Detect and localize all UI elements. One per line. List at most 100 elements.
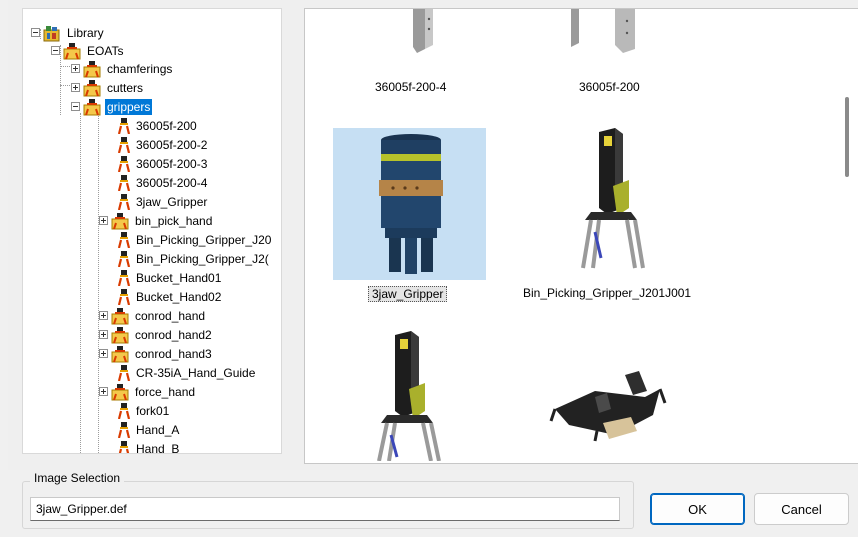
gripper-icon xyxy=(117,402,131,419)
tree-label: Hand_A xyxy=(136,422,180,437)
expand-icon[interactable] xyxy=(71,64,80,73)
gallery-caption: 36005f-200-4 xyxy=(375,80,447,94)
expand-icon[interactable] xyxy=(99,387,108,396)
tree-label: EOATs xyxy=(87,43,124,58)
gripper-icon xyxy=(117,269,131,286)
bin-picking-gripper-icon xyxy=(377,331,441,462)
gripper-icon xyxy=(117,136,131,153)
tree-label: Library xyxy=(67,25,104,40)
collapse-icon[interactable] xyxy=(71,102,80,111)
tree-label: chamferings xyxy=(107,61,173,76)
tree-item-bin-picking-gripper-1[interactable]: Bin_Picking_Gripper_J20 xyxy=(117,230,273,249)
tree-label: 3jaw_Gripper xyxy=(136,194,208,209)
tree-label: Bin_Picking_Gripper_J20 xyxy=(136,232,272,247)
expand-icon[interactable] xyxy=(99,349,108,358)
gallery-item-bin-picking-gripper-2[interactable] xyxy=(333,331,486,462)
tree-item-36005f-200[interactable]: 36005f-200 xyxy=(117,116,199,135)
gripper-icon xyxy=(117,421,131,438)
tree-label: fork01 xyxy=(136,403,170,418)
tree-item-fork01[interactable]: fork01 xyxy=(117,401,171,420)
gallery-vertical-scrollbar[interactable] xyxy=(845,97,849,177)
gripper-folder-icon xyxy=(111,307,129,324)
gripper-icon xyxy=(117,288,131,305)
tree-item-36005f-200-3[interactable]: 36005f-200-3 xyxy=(117,154,209,173)
tree-label: Bin_Picking_Gripper_J2( xyxy=(136,251,269,266)
expand-icon[interactable] xyxy=(99,311,108,320)
tree-item-library[interactable]: Library xyxy=(31,23,106,42)
gripper-folder-icon xyxy=(83,79,101,96)
gripper-folder-icon xyxy=(83,98,101,115)
gripper-icon xyxy=(117,155,131,172)
tree-label: conrod_hand xyxy=(135,308,206,323)
gripper-folder-icon xyxy=(63,42,81,59)
collapse-icon[interactable] xyxy=(31,28,40,37)
gallery-item-36005f-200[interactable]: 36005f-200 xyxy=(535,9,690,94)
tree-label: conrod_hand3 xyxy=(135,346,212,361)
expand-icon[interactable] xyxy=(99,330,108,339)
tree-label: cutters xyxy=(107,80,144,95)
tree-item-bucket-hand02[interactable]: Bucket_Hand02 xyxy=(117,287,223,306)
tree-item-eoats[interactable]: EOATs xyxy=(51,41,125,60)
tree-item-bin-picking-gripper-2[interactable]: Bin_Picking_Gripper_J2( xyxy=(117,249,271,268)
tree-label: grippers xyxy=(105,98,153,115)
image-filename-field[interactable] xyxy=(30,497,620,521)
gallery-item-3jaw-gripper[interactable]: 3jaw_Gripper xyxy=(333,128,486,304)
gripper-plate-icon xyxy=(571,9,635,53)
gripper-plate-icon xyxy=(413,9,433,53)
gripper-folder-icon xyxy=(111,383,129,400)
tree-label: CR-35iA_Hand_Guide xyxy=(136,365,256,380)
tree-item-hand-a[interactable]: Hand_A xyxy=(117,420,181,439)
gripper-folder-icon xyxy=(111,345,129,362)
gripper-icon xyxy=(117,193,131,210)
tree-item-36005f-200-2[interactable]: 36005f-200-2 xyxy=(117,135,209,154)
ok-button[interactable]: OK xyxy=(650,493,745,525)
tree-item-bucket-hand01[interactable]: Bucket_Hand01 xyxy=(117,268,223,287)
tree-label: conrod_hand2 xyxy=(135,327,212,342)
tree-label: Hand_B xyxy=(136,441,180,454)
gallery-caption: 3jaw_Gripper xyxy=(368,286,448,302)
tree-label: 36005f-200-4 xyxy=(136,175,208,190)
gripper-icon xyxy=(118,440,130,453)
gallery-item-bucket-hand[interactable] xyxy=(535,331,690,461)
gallery-caption: 36005f-200 xyxy=(579,80,640,94)
tree-item-grippers[interactable]: grippers xyxy=(71,97,153,116)
gripper-icon xyxy=(117,231,131,248)
tree-label: force_hand xyxy=(135,384,196,399)
tree-item-bin-pick-hand[interactable]: bin_pick_hand xyxy=(99,211,214,230)
tree-label: 36005f-200-3 xyxy=(136,156,208,171)
tree-item-chamferings[interactable]: chamferings xyxy=(71,59,174,78)
tree-item-3jaw-gripper[interactable]: 3jaw_Gripper xyxy=(117,192,209,211)
gripper-icon xyxy=(117,250,131,267)
gallery-item-36005f-200-4[interactable]: 36005f-200-4 xyxy=(333,9,488,94)
tree-item-conrod-hand2[interactable]: conrod_hand2 xyxy=(99,325,214,344)
tree-item-conrod-hand[interactable]: conrod_hand xyxy=(99,306,207,325)
gallery-caption: Bin_Picking_Gripper_J201J001 xyxy=(523,286,692,300)
gallery-item-bin-picking-gripper[interactable]: Bin_Picking_Gripper_J201J001 xyxy=(523,128,723,304)
library-icon xyxy=(43,25,60,41)
three-jaw-gripper-icon xyxy=(379,134,443,274)
tree-item-hand-b[interactable]: Hand_B xyxy=(117,439,181,454)
gripper-folder-icon xyxy=(111,326,129,343)
bin-picking-gripper-icon xyxy=(581,128,645,269)
bucket-hand-icon xyxy=(549,371,667,442)
image-gallery[interactable]: 36005f-200-4 36005f-200 3jaw_Gripper Bin… xyxy=(304,8,858,464)
gripper-folder-icon xyxy=(111,212,129,229)
tree-item-36005f-200-4[interactable]: 36005f-200-4 xyxy=(117,173,209,192)
tree-item-cutters[interactable]: cutters xyxy=(71,78,145,97)
expand-icon[interactable] xyxy=(71,83,80,92)
cancel-button[interactable]: Cancel xyxy=(754,493,849,525)
tree-label: 36005f-200 xyxy=(136,118,197,133)
gripper-folder-icon xyxy=(83,60,101,77)
tree-item-cr-35ia-hand-guide[interactable]: CR-35iA_Hand_Guide xyxy=(117,363,257,382)
tree-label: Bucket_Hand01 xyxy=(136,270,222,285)
tree-label: bin_pick_hand xyxy=(135,213,213,228)
tree-item-force-hand[interactable]: force_hand xyxy=(99,382,197,401)
library-tree[interactable]: Library EOATs chamferings cutters grippe… xyxy=(22,8,282,454)
tree-label: Bucket_Hand02 xyxy=(136,289,222,304)
collapse-icon[interactable] xyxy=(51,46,60,55)
gripper-icon xyxy=(117,174,131,191)
tree-label: 36005f-200-2 xyxy=(136,137,208,152)
image-selection-title: Image Selection xyxy=(30,471,125,485)
tree-item-conrod-hand3[interactable]: conrod_hand3 xyxy=(99,344,214,363)
expand-icon[interactable] xyxy=(99,216,108,225)
